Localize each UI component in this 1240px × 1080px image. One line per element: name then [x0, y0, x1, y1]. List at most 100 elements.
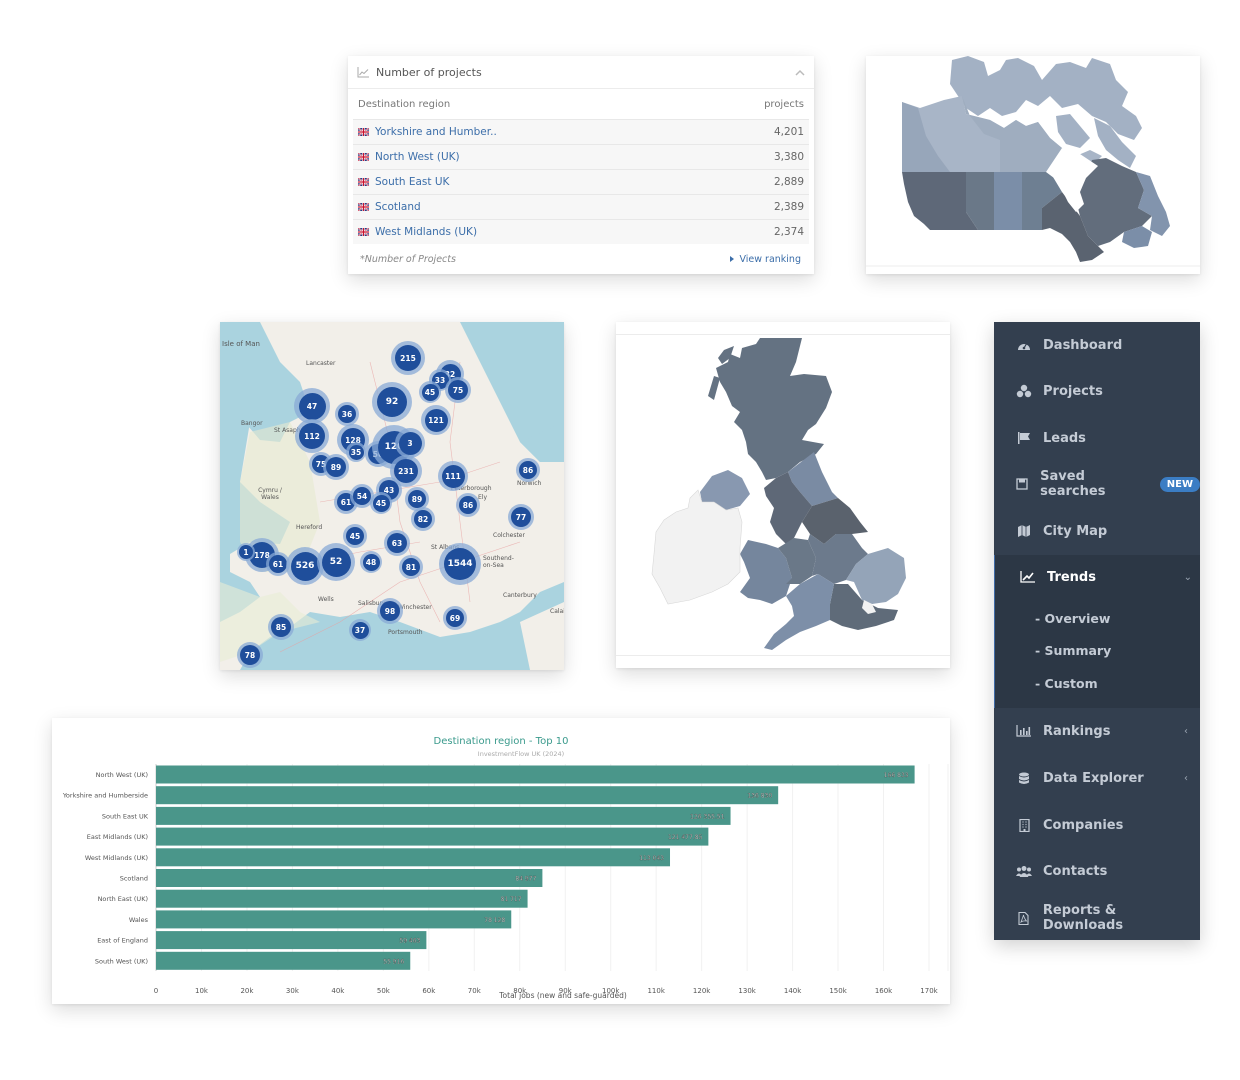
map-cluster-marker[interactable]: 111	[438, 461, 468, 491]
bar[interactable]	[156, 910, 512, 929]
place-label: Cymru / Wales	[258, 487, 282, 501]
map-cluster-marker[interactable]: 85	[268, 614, 294, 640]
cluster-count: 77	[511, 507, 531, 527]
sidebar-item-dashboard[interactable]: Dashboard	[994, 322, 1200, 368]
projects-table-row[interactable]: North West (UK) 3,380	[353, 144, 809, 169]
bar-value-label: 126 355.51	[690, 813, 725, 820]
cluster-count: 45	[346, 527, 364, 545]
sidebar-item-companies[interactable]: Companies	[994, 802, 1200, 848]
map-cluster-marker[interactable]: 75	[445, 377, 471, 403]
cluster-count: 526	[290, 551, 320, 581]
map-cluster-marker[interactable]: 48	[360, 551, 382, 573]
canada-provinces[interactable]	[902, 158, 1170, 262]
region-link[interactable]: South East UK	[375, 176, 774, 188]
place-label: Bangor	[241, 420, 263, 427]
chevron-left-icon[interactable]: ‹	[1184, 726, 1188, 737]
x-tick-label: 170k	[920, 987, 938, 995]
y-category-label: South East UK	[102, 812, 149, 820]
sidebar-item-rankings[interactable]: Rankings ‹	[994, 708, 1200, 754]
map-cluster-marker[interactable]: 81	[399, 555, 423, 579]
cluster-count: 215	[395, 345, 421, 371]
chart-title: Destination region - Top 10	[434, 736, 569, 747]
x-tick-label: 10k	[195, 987, 209, 995]
projects-table-row[interactable]: South East UK 2,889	[353, 169, 809, 194]
sidebar-item-contacts[interactable]: Contacts	[994, 848, 1200, 894]
x-tick-label: 40k	[331, 987, 345, 995]
region-link[interactable]: Yorkshire and Humber..	[375, 126, 774, 138]
bar[interactable]	[156, 848, 671, 867]
sidebar-item-label: Reports & Downloads	[1042, 903, 1124, 933]
projects-table-row[interactable]: Scotland 2,389	[353, 194, 809, 219]
projects-widget-header[interactable]: Number of projects	[348, 56, 814, 89]
bar-value-label: 78 128	[484, 917, 505, 924]
map-cluster-marker[interactable]: 86	[516, 458, 540, 482]
projects-table-row[interactable]: West Midlands (UK) 2,374	[353, 219, 809, 244]
view-ranking-label[interactable]: View ranking	[739, 254, 801, 265]
map-cluster-marker[interactable]: 37	[349, 619, 371, 641]
uk-flag-icon	[358, 128, 369, 136]
map-cluster-marker[interactable]: 89	[323, 454, 349, 480]
map-cluster-marker[interactable]: 3	[395, 428, 425, 458]
map-cluster-marker[interactable]: 121	[421, 405, 451, 435]
sidebar-item-reports-downloads[interactable]: Reports & Downloads	[994, 895, 1200, 941]
region-link[interactable]: Scotland	[375, 201, 774, 213]
projects-count: 2,374	[773, 226, 804, 238]
trends-sub-item[interactable]: - Overview	[1035, 611, 1110, 626]
map-cluster-marker[interactable]: 82	[411, 507, 435, 531]
map-cluster-marker[interactable]: 45	[370, 492, 392, 514]
chevron-down-icon[interactable]: ⌄	[1184, 572, 1192, 583]
trends-sub-item[interactable]: - Custom	[1035, 676, 1098, 691]
map-cluster-marker[interactable]: 86	[456, 493, 480, 517]
map-cluster-marker[interactable]: 1544	[439, 543, 481, 585]
sidebar-item-data-explorer[interactable]: Data Explorer ‹	[994, 755, 1200, 801]
map-cluster-marker[interactable]: 92	[372, 382, 412, 422]
map-cluster-marker[interactable]: 69	[443, 606, 467, 630]
bar[interactable]	[156, 869, 543, 887]
cluster-count: 69	[446, 609, 464, 627]
bar[interactable]	[156, 786, 779, 805]
bar[interactable]	[156, 889, 528, 908]
uk-flag-icon	[358, 178, 369, 186]
cluster-count: 35	[348, 444, 364, 460]
map-cluster-marker[interactable]: 77	[508, 504, 534, 530]
projects-widget-footer: *Number of Projects View ranking	[348, 244, 814, 274]
trends-sub-item[interactable]: - Summary	[1035, 643, 1111, 658]
sidebar-item-label: Contacts	[1043, 863, 1108, 879]
uk-flag-icon	[358, 228, 369, 236]
region-link[interactable]: North West (UK)	[375, 151, 774, 163]
column-header-region[interactable]: Destination region	[358, 99, 450, 110]
sidebar-item-projects[interactable]: Projects	[994, 368, 1200, 414]
view-ranking-link[interactable]: View ranking	[730, 254, 801, 265]
map-cluster-marker[interactable]: 45	[419, 381, 441, 403]
map-cluster-marker[interactable]: 78	[237, 642, 263, 668]
cluster-count: 111	[441, 464, 465, 488]
sidebar-item-saved-searches[interactable]: Saved searches NEW	[994, 461, 1200, 507]
map-cluster-marker[interactable]: 1	[237, 543, 255, 561]
map-cluster-marker[interactable]: 35	[346, 442, 366, 462]
database-icon	[1016, 771, 1032, 785]
sidebar-item-trends[interactable]: Trends ⌄	[998, 554, 1204, 600]
sidebar-item-city-map[interactable]: City Map	[994, 508, 1200, 554]
map-cluster-marker[interactable]: 63	[384, 530, 410, 556]
map-cluster-marker[interactable]: 36	[335, 402, 359, 426]
bar[interactable]	[156, 765, 915, 784]
map-cluster-marker[interactable]: 98	[377, 598, 403, 624]
column-header-projects[interactable]: projects	[764, 99, 804, 110]
map-cluster-marker[interactable]: 215	[391, 341, 425, 375]
chevron-up-icon[interactable]	[795, 69, 805, 76]
bar[interactable]	[156, 931, 427, 950]
bar[interactable]	[156, 806, 731, 825]
project-cluster-map[interactable]: Isle of Man Bangor St Asaph Cymru / Wale…	[220, 322, 564, 670]
region-link[interactable]: West Midlands (UK)	[375, 226, 774, 238]
bar[interactable]	[156, 827, 709, 846]
x-tick-label: 140k	[784, 987, 802, 995]
map-cluster-marker[interactable]: 112	[295, 419, 329, 453]
projects-table-row[interactable]: Yorkshire and Humber.. 4,201	[353, 119, 809, 144]
chevron-left-icon[interactable]: ‹	[1184, 773, 1188, 784]
sidebar-item-leads[interactable]: Leads	[994, 415, 1200, 461]
cluster-count: 78	[240, 645, 260, 665]
map-cluster-marker[interactable]: 52	[317, 543, 355, 581]
bar[interactable]	[156, 951, 411, 970]
map-cluster-marker[interactable]: 45	[343, 524, 367, 548]
cluster-count: 45	[372, 494, 390, 512]
